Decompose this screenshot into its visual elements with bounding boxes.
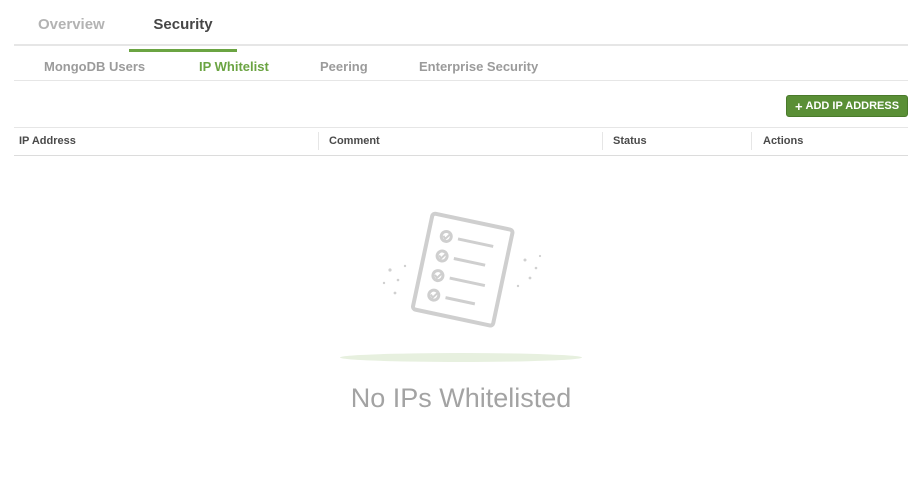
primary-tabs: Overview Security bbox=[14, 0, 908, 52]
column-divider bbox=[751, 132, 752, 150]
checklist-document-icon bbox=[382, 211, 542, 328]
column-header-comment[interactable]: Comment bbox=[329, 135, 380, 147]
empty-state-message: No IPs Whitelisted bbox=[350, 383, 572, 413]
subtab-mongodb-users[interactable]: MongoDB Users bbox=[44, 59, 145, 74]
security-subtabs: MongoDB Users IP Whitelist Peering Enter… bbox=[14, 44, 908, 81]
table-header: IP Address Comment Status Actions bbox=[14, 127, 908, 156]
add-ip-address-label: ADD IP ADDRESS bbox=[805, 100, 900, 112]
subtab-peering[interactable]: Peering bbox=[320, 59, 368, 74]
plus-icon: + bbox=[794, 98, 803, 114]
column-header-ip-address[interactable]: IP Address bbox=[19, 135, 76, 147]
subtab-ip-whitelist[interactable]: IP Whitelist bbox=[199, 59, 269, 74]
illustration-shadow bbox=[340, 353, 582, 362]
column-header-status[interactable]: Status bbox=[613, 135, 647, 147]
add-ip-address-button[interactable]: + ADD IP ADDRESS bbox=[786, 95, 908, 117]
column-header-actions: Actions bbox=[763, 135, 804, 147]
tab-overview[interactable]: Overview bbox=[38, 16, 105, 43]
tab-security[interactable]: Security bbox=[129, 16, 237, 52]
column-divider bbox=[318, 132, 319, 150]
subtab-enterprise-security[interactable]: Enterprise Security bbox=[419, 59, 538, 74]
column-divider bbox=[602, 132, 603, 150]
